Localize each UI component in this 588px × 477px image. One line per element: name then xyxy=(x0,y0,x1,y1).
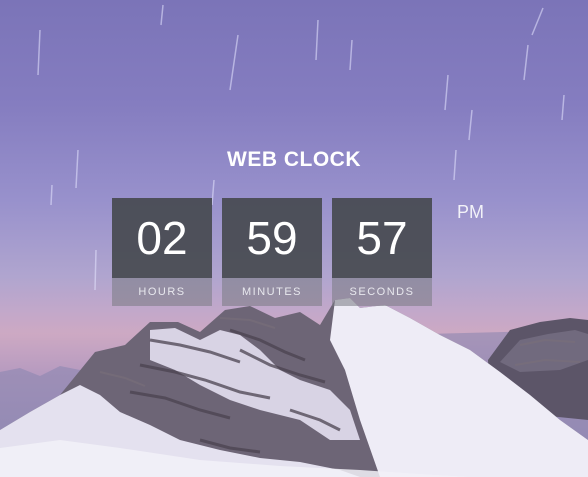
seconds-block: 57 SECONDS xyxy=(332,198,432,308)
hours-block: 02 HOURS xyxy=(112,198,212,308)
minutes-block: 59 MINUTES xyxy=(222,198,322,308)
hours-label: HOURS xyxy=(112,278,212,306)
hours-value: 02 xyxy=(112,198,212,278)
minutes-value: 59 xyxy=(222,198,322,278)
meridiem-indicator: PM xyxy=(457,202,484,222)
seconds-label: SECONDS xyxy=(332,278,432,306)
seconds-value: 57 xyxy=(332,198,432,278)
page-title: WEB CLOCK xyxy=(227,148,361,171)
minutes-label: MINUTES xyxy=(222,278,322,306)
